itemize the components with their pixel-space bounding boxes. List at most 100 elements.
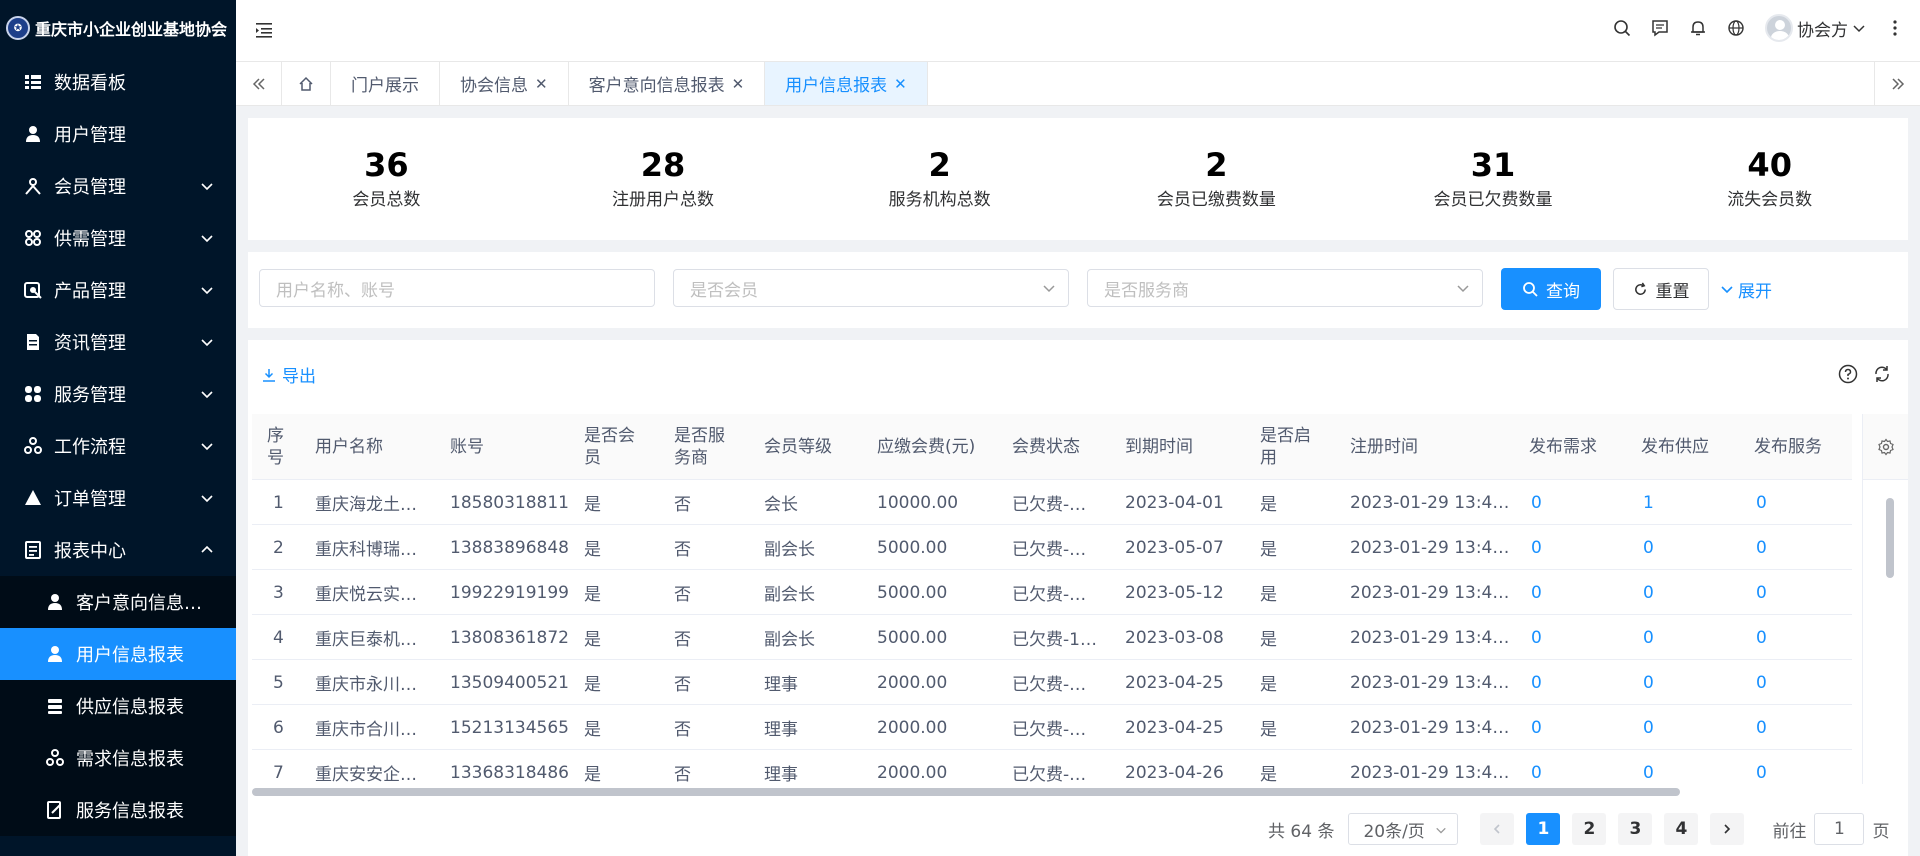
globe-icon[interactable]: [1727, 19, 1745, 37]
sidebar-item-dashboard[interactable]: 数据看板: [0, 56, 236, 108]
chevron-down-icon: [201, 443, 213, 451]
vertical-scrollbar[interactable]: [1886, 498, 1894, 578]
next-page-button[interactable]: [1710, 813, 1745, 845]
sidebar-item-services[interactable]: 服务管理: [0, 368, 236, 420]
cell-demand-link[interactable]: 0: [1531, 525, 1542, 570]
tab-home[interactable]: [282, 62, 331, 105]
close-icon[interactable]: ✕: [732, 75, 745, 93]
sidebar-item-workflow[interactable]: 工作流程: [0, 420, 236, 472]
sidebar-subitem-customer-intent[interactable]: 客户意向信息…: [0, 576, 236, 628]
app-logo[interactable]: ✪ 重庆市小企业创业基地协会: [0, 0, 236, 56]
cell-service-link[interactable]: 0: [1756, 570, 1767, 615]
select-placeholder: 是否服务商: [1104, 280, 1189, 301]
sidebar-item-users[interactable]: 用户管理: [0, 108, 236, 160]
is-member-select[interactable]: 是否会员: [673, 269, 1069, 307]
export-button[interactable]: 导出: [262, 362, 316, 387]
cell-expire: 2023-03-08: [1125, 627, 1224, 648]
help-circle-icon[interactable]: [1838, 364, 1858, 384]
menu-fold-icon[interactable]: [254, 20, 274, 40]
name-account-input[interactable]: 用户名称、账号: [259, 269, 655, 307]
cell-service-link[interactable]: 0: [1756, 615, 1767, 660]
sidebar-item-members[interactable]: 会员管理: [0, 160, 236, 212]
double-chevron-right-icon: [1891, 78, 1904, 90]
cell-supply-link[interactable]: 0: [1643, 705, 1654, 750]
close-icon[interactable]: ✕: [535, 75, 548, 93]
sidebar-subitem-user-report[interactable]: 用户信息报表: [0, 628, 236, 680]
table-row[interactable]: 2 重庆科博瑞… 13883896848 是 否 副会长 5000.00 已欠费…: [252, 525, 1852, 570]
table-row[interactable]: 6 重庆市合川… 15213134565 是 否 理事 2000.00 已欠费-…: [252, 705, 1852, 750]
cell-supply-link[interactable]: 0: [1643, 570, 1654, 615]
prev-page-button[interactable]: [1480, 813, 1515, 845]
bell-icon[interactable]: [1689, 19, 1707, 37]
reset-button[interactable]: 重置: [1613, 268, 1709, 310]
message-icon[interactable]: [1651, 19, 1669, 37]
sidebar-item-reports[interactable]: 报表中心: [0, 524, 236, 576]
cell-demand-link[interactable]: 0: [1531, 570, 1542, 615]
cell-service-link[interactable]: 0: [1756, 480, 1767, 525]
page-1-button[interactable]: 1: [1526, 813, 1561, 845]
search-icon: [1523, 282, 1538, 297]
cell-demand-link[interactable]: 0: [1531, 705, 1542, 750]
sidebar-item-news[interactable]: 资讯管理: [0, 316, 236, 368]
cell-fee: 2000.00: [877, 717, 948, 738]
tab-customer-intent-report[interactable]: 客户意向信息报表 ✕: [569, 62, 766, 105]
tab-user-info-report[interactable]: 用户信息报表 ✕: [765, 62, 928, 105]
cell-enabled: 是: [1260, 765, 1277, 784]
cell-demand-link[interactable]: 0: [1531, 480, 1542, 525]
stat-label: 会员总数: [352, 190, 421, 211]
page-4-button[interactable]: 4: [1664, 813, 1699, 845]
table-row[interactable]: 7 重庆安安企… 13368318486 是 否 理事 2000.00 已欠费-…: [252, 750, 1852, 785]
table-row[interactable]: 3 重庆悦云实… 19922919199 是 否 副会长 5000.00 已欠费…: [252, 570, 1852, 615]
expand-button[interactable]: 展开: [1720, 268, 1790, 310]
cell-service-link[interactable]: 0: [1756, 525, 1767, 570]
sidebar-subitem-supply-report[interactable]: 供应信息报表: [0, 680, 236, 732]
is-provider-select[interactable]: 是否服务商: [1087, 269, 1483, 307]
cell-service-link[interactable]: 0: [1756, 750, 1767, 784]
tab-portal[interactable]: 门户展示: [331, 62, 440, 105]
horizontal-scrollbar[interactable]: [252, 788, 1680, 796]
page-size-select[interactable]: 20条/页: [1348, 813, 1459, 845]
cell-supply-link[interactable]: 0: [1643, 750, 1654, 784]
cell-service-link[interactable]: 0: [1756, 705, 1767, 750]
col-header-fee: 应缴会费(元): [877, 436, 976, 457]
cell-demand-link[interactable]: 0: [1531, 615, 1542, 660]
tabs-scroll-left-button[interactable]: [236, 62, 282, 105]
sidebar-subitem-demand-report[interactable]: 需求信息报表: [0, 732, 236, 784]
cell-supply-link[interactable]: 1: [1643, 480, 1654, 525]
col-header-demand: 发布需求: [1529, 436, 1597, 457]
cell-supply-link[interactable]: 0: [1643, 660, 1654, 705]
close-icon[interactable]: ✕: [894, 75, 907, 93]
sidebar-item-products[interactable]: 产品管理: [0, 264, 236, 316]
cell-name: 重庆安安企…: [315, 765, 417, 784]
cell-demand-link[interactable]: 0: [1531, 660, 1542, 705]
tab-association-info[interactable]: 协会信息 ✕: [440, 62, 569, 105]
table-row[interactable]: 1 重庆海龙土… 18580318811 是 否 会长 10000.00 已欠费…: [252, 480, 1852, 525]
column-settings-button[interactable]: [1863, 414, 1908, 480]
stat-label: 会员已缴费数量: [1156, 190, 1276, 211]
cell-supply-link[interactable]: 0: [1643, 615, 1654, 660]
table-row[interactable]: 4 重庆巨泰机… 13808361872 是 否 副会长 5000.00 已欠费…: [252, 615, 1852, 660]
page-2-button[interactable]: 2: [1572, 813, 1607, 845]
cell-is-member: 是: [584, 765, 601, 784]
sidebar-item-orders[interactable]: 订单管理: [0, 472, 236, 524]
member-icon: [24, 177, 42, 195]
more-vertical-icon[interactable]: [1886, 19, 1904, 37]
cell-is-provider: 否: [674, 540, 691, 560]
cell-supply-link[interactable]: 0: [1643, 525, 1654, 570]
search-icon[interactable]: [1613, 19, 1631, 37]
username: 协会方: [1797, 20, 1848, 41]
total-count: 共 64 条: [1268, 821, 1335, 842]
goto-page-input[interactable]: 1: [1814, 813, 1865, 845]
col-header-name: 用户名称: [315, 436, 383, 457]
user-menu[interactable]: 协会方: [1765, 14, 1866, 42]
cell-service-link[interactable]: 0: [1756, 660, 1767, 705]
sidebar-item-label: 数据看板: [54, 73, 126, 94]
sidebar-item-supply-demand[interactable]: 供需管理: [0, 212, 236, 264]
table-row[interactable]: 5 重庆市永川… 13509400521 是 否 理事 2000.00 已欠费-…: [252, 660, 1852, 705]
page-3-button[interactable]: 3: [1618, 813, 1653, 845]
refresh-icon[interactable]: [1872, 364, 1892, 384]
cell-demand-link[interactable]: 0: [1531, 750, 1542, 784]
query-button[interactable]: 查询: [1501, 268, 1601, 310]
sidebar-subitem-service-report[interactable]: 服务信息报表: [0, 784, 236, 836]
tabs-scroll-right-button[interactable]: [1874, 62, 1920, 106]
